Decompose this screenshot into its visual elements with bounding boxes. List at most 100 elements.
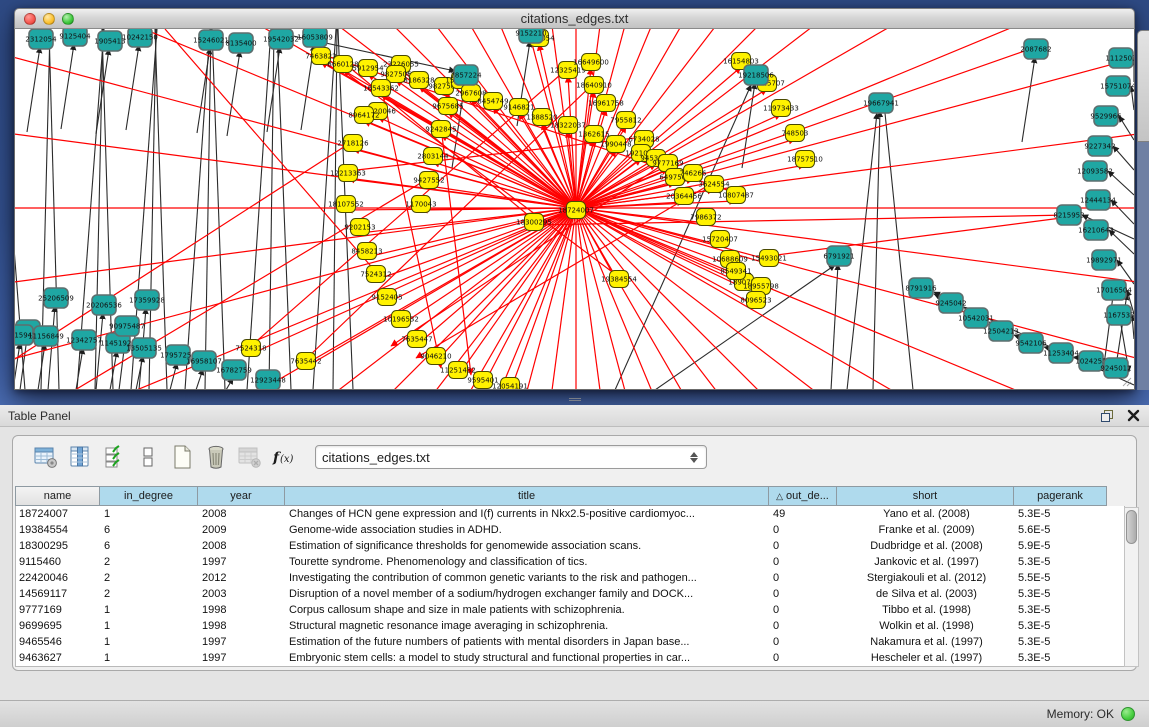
graph-node[interactable]: 15720407 — [702, 231, 738, 248]
graph-node[interactable]: 1112503 — [1105, 48, 1134, 68]
column-header-year[interactable]: year — [198, 486, 285, 506]
table-row[interactable]: 911546021997Tourette syndrome. Phenomeno… — [16, 554, 1124, 570]
graph-node[interactable]: 10242150 — [122, 29, 158, 47]
delete-column-icon[interactable] — [199, 441, 233, 473]
svg-text:11253404: 11253404 — [1043, 350, 1079, 358]
graph-node[interactable]: 9245042 — [935, 293, 966, 313]
graph-node[interactable]: 12923448 — [250, 370, 286, 390]
graph-node[interactable]: 15246021 — [193, 30, 229, 50]
graph-node[interactable]: 8135400 — [225, 33, 256, 53]
graph-node[interactable]: 20206536 — [86, 295, 122, 315]
function-builder-icon[interactable]: f(x) — [267, 441, 301, 473]
delete-table-icon[interactable] — [233, 441, 267, 473]
graph-node[interactable]: 17359928 — [129, 290, 165, 310]
graph-node[interactable]: 7635442 — [290, 353, 321, 370]
table-settings-icon[interactable] — [29, 441, 63, 473]
graph-node[interactable]: 8458213 — [351, 243, 382, 260]
zoom-window-button[interactable] — [62, 13, 74, 25]
graph-node[interactable]: 19667941 — [863, 93, 899, 113]
network-view-window[interactable]: citations_edges.txt 18724007746382286601… — [14, 8, 1135, 390]
column-header-pagerank[interactable]: pagerank — [1014, 486, 1107, 506]
graph-node[interactable]: 11253404 — [1043, 343, 1079, 363]
graph-node[interactable]: 18757510 — [787, 151, 823, 168]
graph-node[interactable]: 7857224 — [450, 65, 482, 85]
new-column-icon[interactable] — [165, 441, 199, 473]
table-scrollbar[interactable] — [1124, 507, 1139, 667]
float-window-icon[interactable] — [1099, 408, 1114, 423]
table-cell-pagerank: 5.3E-5 — [1015, 634, 1108, 650]
table-row[interactable]: 2242004622012Investigating the contribut… — [16, 570, 1124, 586]
minimize-window-button[interactable] — [43, 13, 55, 25]
svg-text:8215953: 8215953 — [1053, 212, 1084, 220]
window-titlebar[interactable]: citations_edges.txt — [14, 8, 1135, 29]
graph-node[interactable]: 9227342 — [1084, 136, 1115, 156]
table-selector[interactable]: citations_edges.txt — [315, 445, 707, 469]
table-row[interactable]: 946554611997Estimation of the future num… — [16, 634, 1124, 650]
graph-node[interactable]: 7524312 — [360, 266, 391, 283]
column-header-out_de[interactable]: △out_de... — [769, 486, 837, 506]
graph-node[interactable]: 748503 — [782, 125, 809, 142]
window-resize-grip[interactable] — [1120, 375, 1132, 387]
graph-node[interactable]: 18640910 — [576, 77, 612, 94]
graph-node[interactable]: 1167533 — [1103, 305, 1134, 325]
svg-text:12093582: 12093582 — [1077, 168, 1113, 176]
citation-network-graph[interactable]: 1872400774638228660128591295423226055982… — [15, 29, 1134, 390]
graph-node[interactable]: 746266 — [680, 165, 707, 182]
graph-node[interactable]: 10196532 — [383, 311, 419, 328]
graph-node[interactable]: 15493021 — [751, 250, 787, 267]
row-height-icon[interactable] — [131, 441, 165, 473]
svg-text:7955812: 7955812 — [610, 117, 641, 125]
graph-node[interactable]: 16210643 — [1078, 220, 1114, 240]
graph-node[interactable]: 2087682 — [1020, 39, 1051, 59]
svg-text:2718126: 2718126 — [337, 140, 369, 148]
table-cell-name: 9699695 — [16, 618, 101, 634]
table-row[interactable]: 1456911722003Disruption of a novel membe… — [16, 586, 1124, 602]
graph-node[interactable]: 8791916 — [905, 278, 937, 298]
table-row[interactable]: 1830029562008Estimation of significance … — [16, 538, 1124, 554]
graph-node[interactable]: 6791921 — [823, 246, 854, 266]
graph-node[interactable]: 7524318 — [235, 340, 266, 357]
graph-node[interactable]: 1905413 — [94, 31, 125, 51]
memory-status-indicator[interactable] — [1121, 707, 1135, 721]
graph-node[interactable]: 16053809 — [297, 29, 333, 47]
scrollbar-thumb[interactable] — [1126, 510, 1137, 544]
column-header-in_degree[interactable]: in_degree — [100, 486, 198, 506]
table-header-row: namein_degreeyear title △out_de...shortpag… — [15, 486, 1125, 506]
graph-node[interactable]: 9125404 — [59, 29, 91, 46]
table-row[interactable]: 977716911998Corpus callosum shape and si… — [16, 602, 1124, 618]
column-header-short[interactable]: short — [837, 486, 1014, 506]
table-cell-out_de: 49 — [770, 506, 838, 522]
graph-node[interactable]: 9529966 — [1090, 106, 1122, 126]
column-edit-icon[interactable] — [63, 441, 97, 473]
graph-node[interactable]: 2312054 — [25, 29, 57, 49]
table-row[interactable]: 1938455462009Genome-wide association stu… — [16, 522, 1124, 538]
column-header-label: title — [518, 490, 535, 502]
graph-node[interactable]: 15751074 — [1100, 76, 1134, 96]
graph-node[interactable]: 11973433 — [763, 100, 799, 117]
graph-node[interactable]: 19384554 — [601, 271, 637, 288]
table-row[interactable]: 946362711997Embryonic stem cells: a mode… — [16, 650, 1124, 666]
column-header-name[interactable]: name — [15, 486, 100, 506]
svg-text:9146821: 9146821 — [503, 104, 534, 112]
graph-node[interactable]: 19542032 — [263, 29, 299, 49]
svg-text:18757510: 18757510 — [787, 156, 823, 164]
graph-node[interactable]: 12444134 — [1080, 190, 1116, 210]
svg-text:12325419: 12325419 — [550, 67, 586, 75]
table-row[interactable]: 969969511998Structural magnetic resonanc… — [16, 618, 1124, 634]
graph-node[interactable]: 12093582 — [1077, 161, 1113, 181]
graph-node[interactable]: 9202153 — [344, 219, 375, 236]
network-canvas[interactable]: 1872400774638228660128591295423226055982… — [14, 29, 1135, 390]
graph-node[interactable]: 19892971 — [1086, 250, 1122, 270]
graph-node[interactable]: 9427552 — [413, 172, 444, 189]
graph-node[interactable]: 8215953 — [1053, 205, 1084, 225]
table-row[interactable]: 1872400712008Changes of HCN gene express… — [16, 506, 1124, 522]
close-panel-icon[interactable] — [1126, 408, 1141, 423]
close-window-button[interactable] — [24, 13, 36, 25]
graph-node[interactable]: 9152210 — [515, 29, 546, 43]
svg-text:10196532: 10196532 — [383, 316, 419, 324]
panel-splitter-handle[interactable] — [569, 397, 581, 403]
svg-text:17016504: 17016504 — [1096, 287, 1132, 295]
column-header-title[interactable]: title — [285, 486, 769, 506]
select-rows-icon[interactable] — [97, 441, 131, 473]
graph-node[interactable]: 7635447 — [401, 331, 432, 348]
